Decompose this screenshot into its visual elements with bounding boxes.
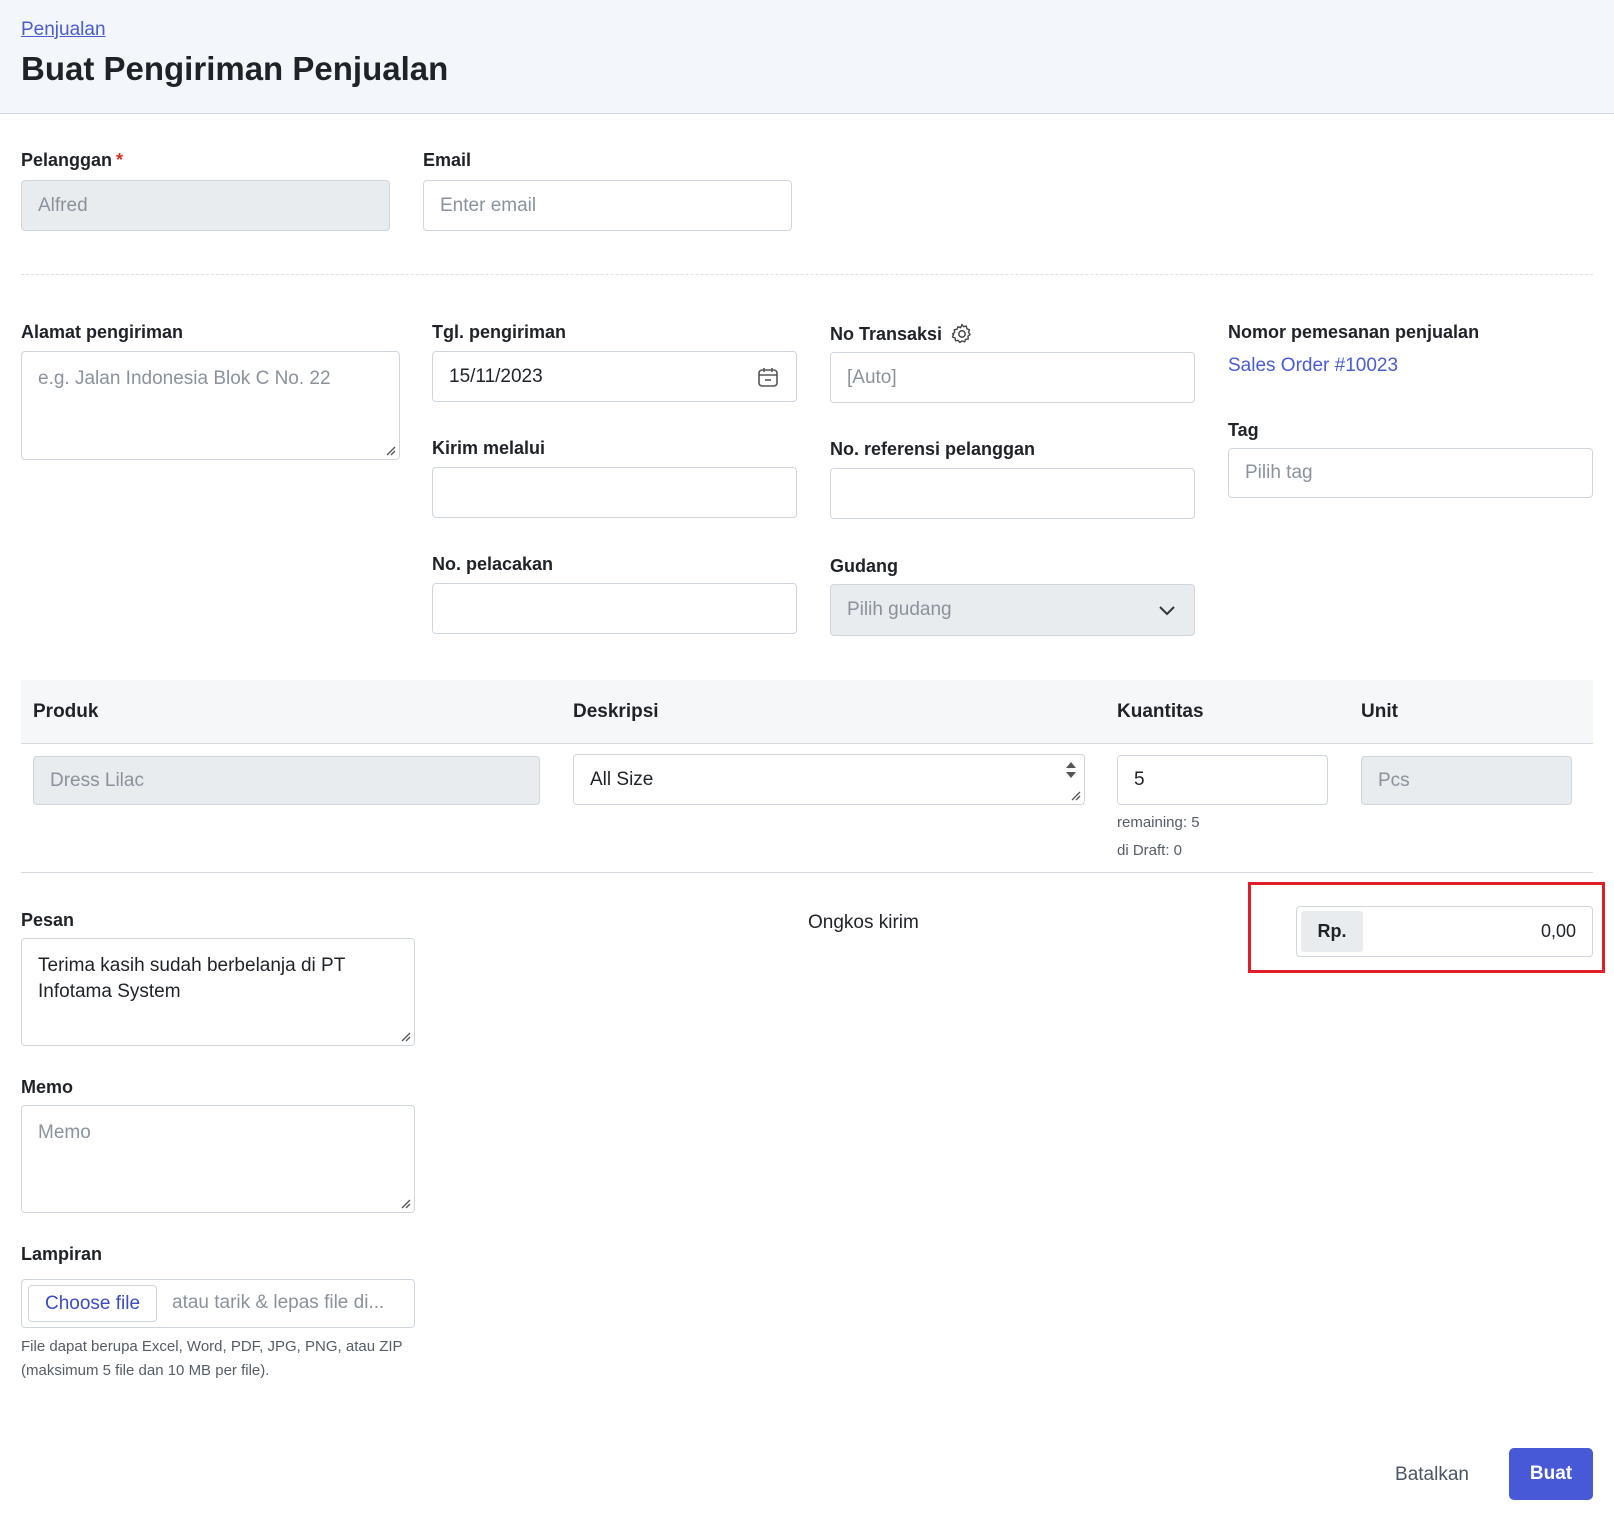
column-header-product: Produk	[33, 701, 99, 722]
tracking-no-label: No. pelacakan	[432, 554, 554, 574]
attachment-note: File dapat berupa Excel, Word, PDF, JPG,…	[21, 1338, 403, 1379]
memo-textarea[interactable]: Memo	[21, 1105, 415, 1213]
resize-handle-icon[interactable]	[384, 444, 396, 456]
shipping-cost-value: 0,00	[1540, 921, 1576, 941]
product-value: Dress Lilac	[50, 769, 144, 791]
shipping-address-textarea[interactable]: e.g. Jalan Indonesia Blok C No. 22	[21, 351, 400, 460]
quantity-value: 5	[1134, 769, 1145, 790]
unit-field[interactable]: Pcs	[1361, 756, 1572, 805]
file-drop-hint: atau tarik & lepas file di...	[172, 1292, 385, 1313]
draft-hint: di Draft: 0	[1117, 842, 1183, 859]
customer-value: Alfred	[38, 194, 88, 216]
message-label: Pesan	[21, 910, 75, 930]
choose-file-button[interactable]: Choose file	[28, 1285, 158, 1322]
column-header-quantity: Kuantitas	[1117, 701, 1204, 722]
shipping-cost-label: Ongkos kirim	[808, 912, 919, 933]
tracking-no-input[interactable]	[432, 583, 797, 634]
transaction-no-label: No Transaksi	[830, 322, 974, 346]
shipping-date-input[interactable]: 15/11/2023	[432, 351, 797, 402]
resize-handle-icon[interactable]	[399, 1030, 411, 1042]
remaining-hint: remaining: 5	[1117, 814, 1200, 831]
attachment-label: Lampiran	[21, 1244, 103, 1264]
shipping-date-value: 15/11/2023	[449, 365, 543, 387]
resize-handle-icon[interactable]	[399, 1197, 411, 1209]
spinner-arrows-icon[interactable]	[1064, 759, 1078, 781]
sales-order-label: Nomor pemesanan penjualan	[1228, 322, 1480, 342]
email-placeholder: Enter email	[440, 194, 537, 216]
warehouse-select[interactable]: Pilih gudang	[830, 584, 1195, 636]
ship-via-input[interactable]	[432, 467, 797, 518]
transaction-no-input[interactable]: [Auto]	[830, 352, 1195, 403]
warehouse-label: Gudang	[830, 556, 898, 576]
tag-placeholder: Pilih tag	[1245, 462, 1313, 483]
create-button[interactable]: Buat	[1509, 1448, 1593, 1500]
memo-label: Memo	[21, 1077, 74, 1097]
customer-field[interactable]: Alfred	[21, 180, 390, 231]
email-label: Email	[423, 150, 472, 170]
breadcrumb-penjualan[interactable]: Penjualan	[21, 19, 106, 41]
customer-label: Pelanggan *	[21, 150, 123, 171]
transaction-no-placeholder: [Auto]	[847, 366, 897, 388]
gear-icon[interactable]	[950, 322, 974, 346]
message-textarea[interactable]: Terima kasih sudah berbelanja di PT Info…	[21, 938, 415, 1046]
section-divider	[21, 274, 1593, 275]
email-input[interactable]: Enter email	[423, 180, 792, 231]
message-value: Terima kasih sudah berbelanja di PT Info…	[38, 955, 345, 1002]
chevron-down-icon	[1159, 606, 1175, 616]
memo-placeholder: Memo	[38, 1122, 91, 1143]
shipping-cost-input[interactable]: Rp. 0,00	[1296, 906, 1593, 957]
description-textarea[interactable]: All Size	[573, 754, 1085, 805]
customer-label-text: Pelanggan	[21, 150, 113, 170]
shipping-date-label: Tgl. pengiriman	[432, 322, 567, 342]
shipping-address-label: Alamat pengiriman	[21, 322, 184, 342]
description-value: All Size	[590, 768, 654, 790]
table-divider	[21, 872, 1593, 873]
resize-handle-icon[interactable]	[1069, 789, 1081, 801]
currency-addon: Rp.	[1301, 911, 1363, 952]
ship-via-label: Kirim melalui	[432, 438, 546, 458]
page-title: Buat Pengiriman Penjualan	[21, 50, 449, 87]
transaction-no-label-text: No Transaksi	[830, 323, 943, 344]
unit-value: Pcs	[1378, 769, 1410, 791]
shipping-address-placeholder: e.g. Jalan Indonesia Blok C No. 22	[38, 368, 331, 389]
customer-ref-label: No. referensi pelanggan	[830, 439, 1036, 459]
product-table-header: Produk Deskripsi Kuantitas Unit	[21, 680, 1593, 744]
cancel-button[interactable]: Batalkan	[1377, 1450, 1487, 1500]
tag-label: Tag	[1228, 420, 1259, 440]
sales-order-link[interactable]: Sales Order #10023	[1228, 355, 1398, 377]
warehouse-placeholder: Pilih gudang	[847, 599, 952, 620]
tag-select[interactable]: Pilih tag	[1228, 448, 1593, 498]
column-header-unit: Unit	[1361, 701, 1398, 722]
quantity-input[interactable]: 5	[1117, 755, 1328, 805]
product-field[interactable]: Dress Lilac	[33, 756, 540, 805]
page-header: Penjualan Buat Pengiriman Penjualan	[0, 0, 1614, 114]
file-dropzone[interactable]: Choose file atau tarik & lepas file di..…	[21, 1279, 415, 1328]
required-mark: *	[116, 150, 124, 170]
calendar-icon[interactable]	[756, 365, 780, 389]
column-header-description: Deskripsi	[573, 701, 659, 722]
customer-ref-input[interactable]	[830, 468, 1195, 519]
